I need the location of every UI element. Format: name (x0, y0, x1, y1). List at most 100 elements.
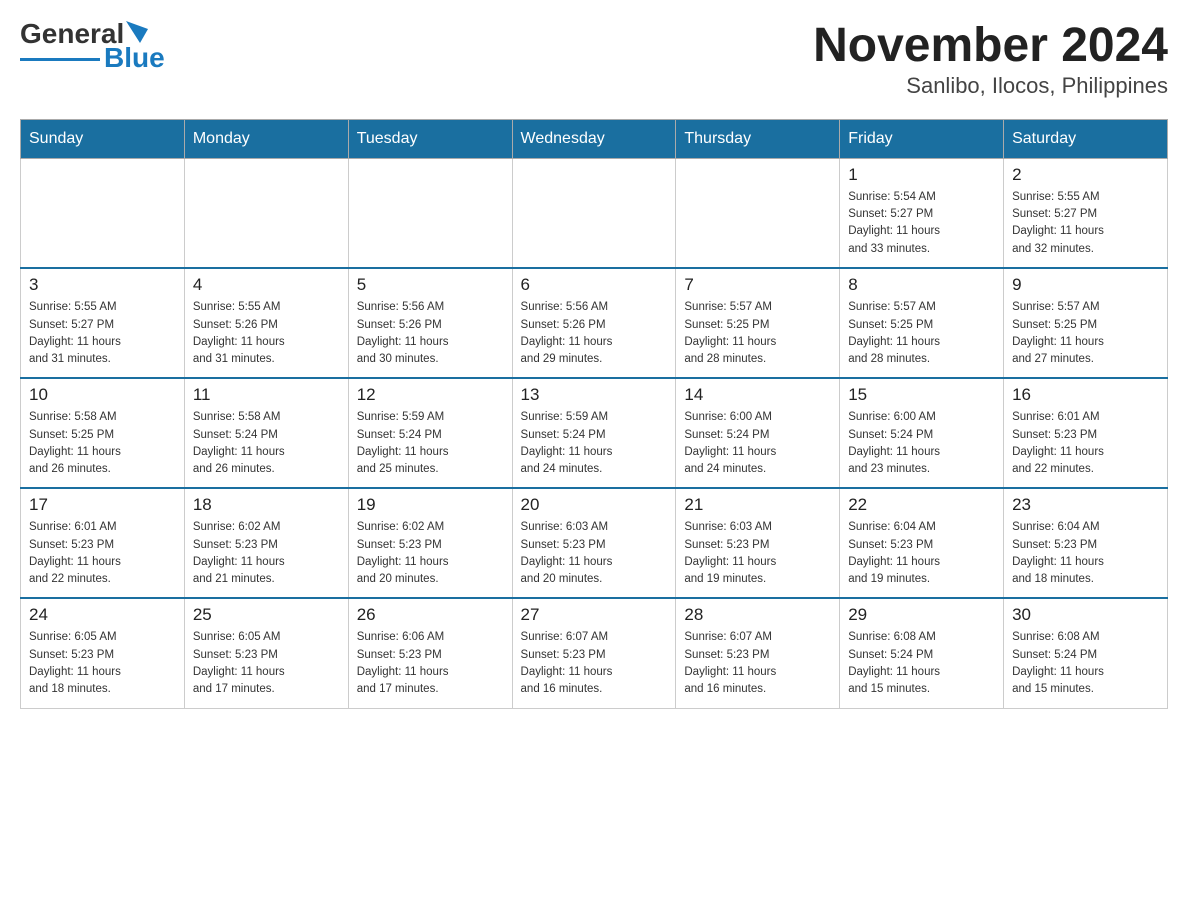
day-number: 10 (29, 385, 176, 405)
day-number: 14 (684, 385, 831, 405)
day-number: 13 (521, 385, 668, 405)
calendar-cell: 8 Sunrise: 5:57 AMSunset: 5:25 PMDaylight… (840, 268, 1004, 378)
location-title: Sanlibo, Ilocos, Philippines (813, 73, 1168, 99)
calendar-cell: 6Sunrise: 5:56 AMSunset: 5:26 PMDaylight… (512, 268, 676, 378)
day-info: Sunrise: 5:58 AMSunset: 5:24 PMDaylight:… (193, 409, 340, 478)
day-info: Sunrise: 6:02 AMSunset: 5:23 PMDaylight:… (357, 519, 504, 588)
calendar-cell (184, 158, 348, 268)
calendar-cell: 13Sunrise: 5:59 AMSunset: 5:24 PMDayligh… (512, 378, 676, 488)
day-info: Sunrise: 6:07 AMSunset: 5:23 PMDaylight:… (684, 629, 831, 698)
day-number: 3 (29, 275, 176, 295)
logo-underline (20, 58, 100, 61)
month-title: November 2024 (813, 20, 1168, 73)
day-number: 24 (29, 605, 176, 625)
calendar-cell: 18 Sunrise: 6:02 AMSunset: 5:23 PMDayligh… (184, 488, 348, 598)
calendar-cell: 17Sunrise: 6:01 AMSunset: 5:23 PMDayligh… (21, 488, 185, 598)
week-row-3: 10Sunrise: 5:58 AMSunset: 5:25 PMDayligh… (21, 378, 1168, 488)
day-number: 27 (521, 605, 668, 625)
day-number: 21 (684, 495, 831, 515)
header-wednesday: Wednesday (512, 119, 676, 158)
day-info: Sunrise: 5:54 AMSunset: 5:27 PMDaylight:… (848, 189, 995, 258)
logo-triangle-icon (126, 21, 148, 43)
day-info: Sunrise: 6:00 AMSunset: 5:24 PMDaylight:… (684, 409, 831, 478)
day-info: Sunrise: 6:04 AMSunset: 5:23 PMDaylight:… (848, 519, 995, 588)
calendar-cell: 12 Sunrise: 5:59 AMSunset: 5:24 PMDayligh… (348, 378, 512, 488)
calendar-cell (512, 158, 676, 268)
calendar-cell: 24 Sunrise: 6:05 AMSunset: 5:23 PMDayligh… (21, 598, 185, 708)
day-info: Sunrise: 6:08 AMSunset: 5:24 PMDaylight:… (848, 629, 995, 698)
day-number: 18 (193, 495, 340, 515)
calendar-cell: 2 Sunrise: 5:55 AMSunset: 5:27 PMDaylight… (1004, 158, 1168, 268)
day-number: 7 (684, 275, 831, 295)
calendar-cell: 11 Sunrise: 5:58 AMSunset: 5:24 PMDayligh… (184, 378, 348, 488)
calendar-cell: 4 Sunrise: 5:55 AMSunset: 5:26 PMDaylight… (184, 268, 348, 378)
day-info: Sunrise: 6:04 AMSunset: 5:23 PMDaylight:… (1012, 519, 1159, 588)
day-info: Sunrise: 6:01 AMSunset: 5:23 PMDaylight:… (29, 519, 176, 588)
day-info: Sunrise: 6:05 AMSunset: 5:23 PMDaylight:… (193, 629, 340, 698)
calendar: SundayMondayTuesdayWednesdayThursdayFrid… (20, 119, 1168, 709)
day-info: Sunrise: 5:55 AMSunset: 5:26 PMDaylight:… (193, 299, 340, 368)
week-row-4: 17Sunrise: 6:01 AMSunset: 5:23 PMDayligh… (21, 488, 1168, 598)
header-sunday: Sunday (21, 119, 185, 158)
day-number: 4 (193, 275, 340, 295)
calendar-cell: 19Sunrise: 6:02 AMSunset: 5:23 PMDayligh… (348, 488, 512, 598)
calendar-cell: 1Sunrise: 5:54 AMSunset: 5:27 PMDaylight… (840, 158, 1004, 268)
day-info: Sunrise: 5:57 AMSunset: 5:25 PMDaylight:… (1012, 299, 1159, 368)
day-info: Sunrise: 6:06 AMSunset: 5:23 PMDaylight:… (357, 629, 504, 698)
calendar-cell: 14 Sunrise: 6:00 AMSunset: 5:24 PMDayligh… (676, 378, 840, 488)
week-row-1: 1Sunrise: 5:54 AMSunset: 5:27 PMDaylight… (21, 158, 1168, 268)
header-friday: Friday (840, 119, 1004, 158)
day-info: Sunrise: 6:02 AMSunset: 5:23 PMDaylight:… (193, 519, 340, 588)
day-info: Sunrise: 5:57 AMSunset: 5:25 PMDaylight:… (848, 299, 995, 368)
day-info: Sunrise: 5:55 AMSunset: 5:27 PMDaylight:… (1012, 189, 1159, 258)
day-info: Sunrise: 5:57 AMSunset: 5:25 PMDaylight:… (684, 299, 831, 368)
day-number: 16 (1012, 385, 1159, 405)
day-info: Sunrise: 6:08 AMSunset: 5:24 PMDaylight:… (1012, 629, 1159, 698)
calendar-cell: 10Sunrise: 5:58 AMSunset: 5:25 PMDayligh… (21, 378, 185, 488)
calendar-cell: 22Sunrise: 6:04 AMSunset: 5:23 PMDayligh… (840, 488, 1004, 598)
day-info: Sunrise: 6:07 AMSunset: 5:23 PMDaylight:… (521, 629, 668, 698)
day-info: Sunrise: 5:55 AMSunset: 5:27 PMDaylight:… (29, 299, 176, 368)
day-number: 26 (357, 605, 504, 625)
title-area: November 2024 Sanlibo, Ilocos, Philippin… (813, 20, 1168, 99)
day-number: 20 (521, 495, 668, 515)
calendar-cell: 7 Sunrise: 5:57 AMSunset: 5:25 PMDaylight… (676, 268, 840, 378)
week-row-5: 24 Sunrise: 6:05 AMSunset: 5:23 PMDayligh… (21, 598, 1168, 708)
calendar-cell: 29 Sunrise: 6:08 AMSunset: 5:24 PMDayligh… (840, 598, 1004, 708)
day-number: 8 (848, 275, 995, 295)
calendar-cell: 21 Sunrise: 6:03 AMSunset: 5:23 PMDayligh… (676, 488, 840, 598)
calendar-cell: 3 Sunrise: 5:55 AMSunset: 5:27 PMDaylight… (21, 268, 185, 378)
calendar-cell: 26 Sunrise: 6:06 AMSunset: 5:23 PMDayligh… (348, 598, 512, 708)
day-info: Sunrise: 6:01 AMSunset: 5:23 PMDaylight:… (1012, 409, 1159, 478)
calendar-cell: 5 Sunrise: 5:56 AMSunset: 5:26 PMDaylight… (348, 268, 512, 378)
day-number: 29 (848, 605, 995, 625)
header: General Blue November 2024 Sanlibo, Iloc… (20, 20, 1168, 99)
calendar-cell: 30Sunrise: 6:08 AMSunset: 5:24 PMDayligh… (1004, 598, 1168, 708)
calendar-cell: 16 Sunrise: 6:01 AMSunset: 5:23 PMDayligh… (1004, 378, 1168, 488)
header-tuesday: Tuesday (348, 119, 512, 158)
day-number: 25 (193, 605, 340, 625)
day-number: 6 (521, 275, 668, 295)
logo: General Blue (20, 20, 165, 72)
calendar-cell: 23 Sunrise: 6:04 AMSunset: 5:23 PMDayligh… (1004, 488, 1168, 598)
week-row-2: 3 Sunrise: 5:55 AMSunset: 5:27 PMDaylight… (21, 268, 1168, 378)
day-number: 11 (193, 385, 340, 405)
day-info: Sunrise: 5:56 AMSunset: 5:26 PMDaylight:… (357, 299, 504, 368)
day-info: Sunrise: 6:00 AMSunset: 5:24 PMDaylight:… (848, 409, 995, 478)
day-info: Sunrise: 6:03 AMSunset: 5:23 PMDaylight:… (684, 519, 831, 588)
header-monday: Monday (184, 119, 348, 158)
day-number: 9 (1012, 275, 1159, 295)
day-number: 12 (357, 385, 504, 405)
calendar-cell (676, 158, 840, 268)
header-thursday: Thursday (676, 119, 840, 158)
day-info: Sunrise: 5:59 AMSunset: 5:24 PMDaylight:… (357, 409, 504, 478)
day-number: 23 (1012, 495, 1159, 515)
day-info: Sunrise: 6:05 AMSunset: 5:23 PMDaylight:… (29, 629, 176, 698)
calendar-cell (21, 158, 185, 268)
calendar-cell: 28Sunrise: 6:07 AMSunset: 5:23 PMDayligh… (676, 598, 840, 708)
calendar-header-row: SundayMondayTuesdayWednesdayThursdayFrid… (21, 119, 1168, 158)
calendar-cell (348, 158, 512, 268)
day-number: 5 (357, 275, 504, 295)
day-number: 2 (1012, 165, 1159, 185)
day-info: Sunrise: 6:03 AMSunset: 5:23 PMDaylight:… (521, 519, 668, 588)
